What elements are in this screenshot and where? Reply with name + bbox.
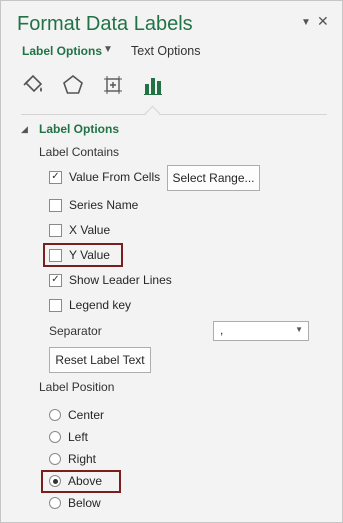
tab-label-options[interactable]: Label Options xyxy=(22,44,102,58)
check-icon: ✓ xyxy=(51,171,60,182)
radio-label: Right xyxy=(68,452,97,466)
checkbox-legend-key[interactable]: Legend key xyxy=(49,298,131,312)
radio-label: Below xyxy=(68,496,101,510)
radio-center[interactable]: Center xyxy=(49,408,104,422)
fill-line-icon[interactable] xyxy=(18,69,48,101)
radio-circle[interactable] xyxy=(49,453,61,465)
label-contains-heading: Label Contains xyxy=(39,145,120,159)
separator-value: , xyxy=(220,323,224,337)
radio-selected-dot xyxy=(52,478,58,484)
effects-icon[interactable] xyxy=(58,69,88,101)
collapse-icon[interactable]: ◢ xyxy=(21,124,28,135)
tab-text-options[interactable]: Text Options xyxy=(131,44,200,58)
checkbox-label: X Value xyxy=(69,223,111,237)
size-properties-icon[interactable] xyxy=(98,69,128,101)
pane-title: Format Data Labels xyxy=(17,13,193,35)
label-position-heading: Label Position xyxy=(39,380,115,394)
checkbox-box[interactable] xyxy=(49,198,62,212)
radio-circle[interactable] xyxy=(49,497,61,509)
checkbox-series-name[interactable]: Series Name xyxy=(49,198,138,212)
radio-circle[interactable] xyxy=(49,431,61,443)
radio-left[interactable]: Left xyxy=(49,430,88,444)
checkbox-box[interactable] xyxy=(49,248,62,262)
radio-label: Above xyxy=(68,474,103,488)
pane-options-dropdown[interactable]: ▼ xyxy=(301,17,311,28)
radio-label: Center xyxy=(68,408,105,422)
tab-label-options-dropdown[interactable]: ▼ xyxy=(103,44,113,55)
radio-above[interactable]: Above xyxy=(49,474,102,488)
tab-separator xyxy=(21,114,327,115)
checkbox-y-value[interactable]: Y Value xyxy=(49,248,110,262)
radio-right[interactable]: Right xyxy=(49,452,96,466)
checkbox-label: Show Leader Lines xyxy=(69,273,172,287)
radio-below[interactable]: Below xyxy=(49,496,101,510)
checkbox-value-from-cells[interactable]: ✓ Value From Cells xyxy=(49,170,160,184)
radio-label: Left xyxy=(68,430,89,444)
separator-dropdown[interactable]: , ▼ xyxy=(213,321,309,341)
checkbox-show-leader-lines[interactable]: ✓ Show Leader Lines xyxy=(49,273,172,287)
separator-label: Separator xyxy=(49,324,102,338)
checkbox-box[interactable]: ✓ xyxy=(49,170,62,184)
radio-circle[interactable] xyxy=(49,475,61,487)
checkbox-label: Legend key xyxy=(69,298,132,312)
checkbox-x-value[interactable]: X Value xyxy=(49,223,110,237)
close-icon[interactable]: ✕ xyxy=(317,13,329,30)
chevron-down-icon: ▼ xyxy=(295,325,303,334)
format-data-labels-pane: Format Data Labels ▼ ✕ Label Options ▼ T… xyxy=(0,0,343,523)
checkbox-label: Series Name xyxy=(69,198,139,212)
checkbox-box[interactable] xyxy=(49,223,62,237)
checkbox-box[interactable] xyxy=(49,298,62,312)
label-options-icon[interactable] xyxy=(138,69,168,101)
select-range-button[interactable]: Select Range... xyxy=(167,165,260,191)
checkbox-label: Y Value xyxy=(69,248,110,262)
active-tab-notch xyxy=(144,105,161,122)
radio-circle[interactable] xyxy=(49,409,61,421)
checkbox-label: Value From Cells xyxy=(69,170,161,184)
section-label-options[interactable]: Label Options xyxy=(39,122,119,136)
check-icon: ✓ xyxy=(51,274,60,285)
checkbox-box[interactable]: ✓ xyxy=(49,273,62,287)
reset-label-text-button[interactable]: Reset Label Text xyxy=(49,347,151,373)
